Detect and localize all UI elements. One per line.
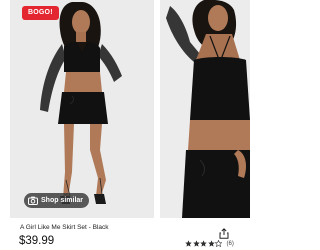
product-listing: BOGO! Shop similar A Girl Like Me Skirt … [0, 0, 250, 250]
star-icon [192, 240, 200, 247]
product-image-secondary[interactable] [160, 0, 250, 218]
model-figure-closeup [166, 0, 250, 218]
shop-similar-label: Shop similar [41, 197, 84, 204]
product-image[interactable]: BOGO! Shop similar [10, 0, 154, 218]
product-title[interactable]: A Girl Like Me Skirt Set - Black [20, 224, 109, 231]
camera-icon [27, 195, 38, 206]
star-icon-empty [215, 240, 222, 247]
bogo-badge: BOGO! [22, 6, 59, 20]
star-icon [185, 240, 192, 247]
model-figure [40, 2, 122, 204]
product-price: $39.99 [19, 235, 55, 247]
shop-similar-button[interactable]: Shop similar [24, 193, 90, 208]
star-icon [200, 240, 207, 247]
review-count: (6) [226, 240, 234, 247]
product-rating[interactable]: (6) [185, 239, 234, 248]
share-icon[interactable] [219, 226, 229, 239]
star-icon [207, 240, 215, 247]
